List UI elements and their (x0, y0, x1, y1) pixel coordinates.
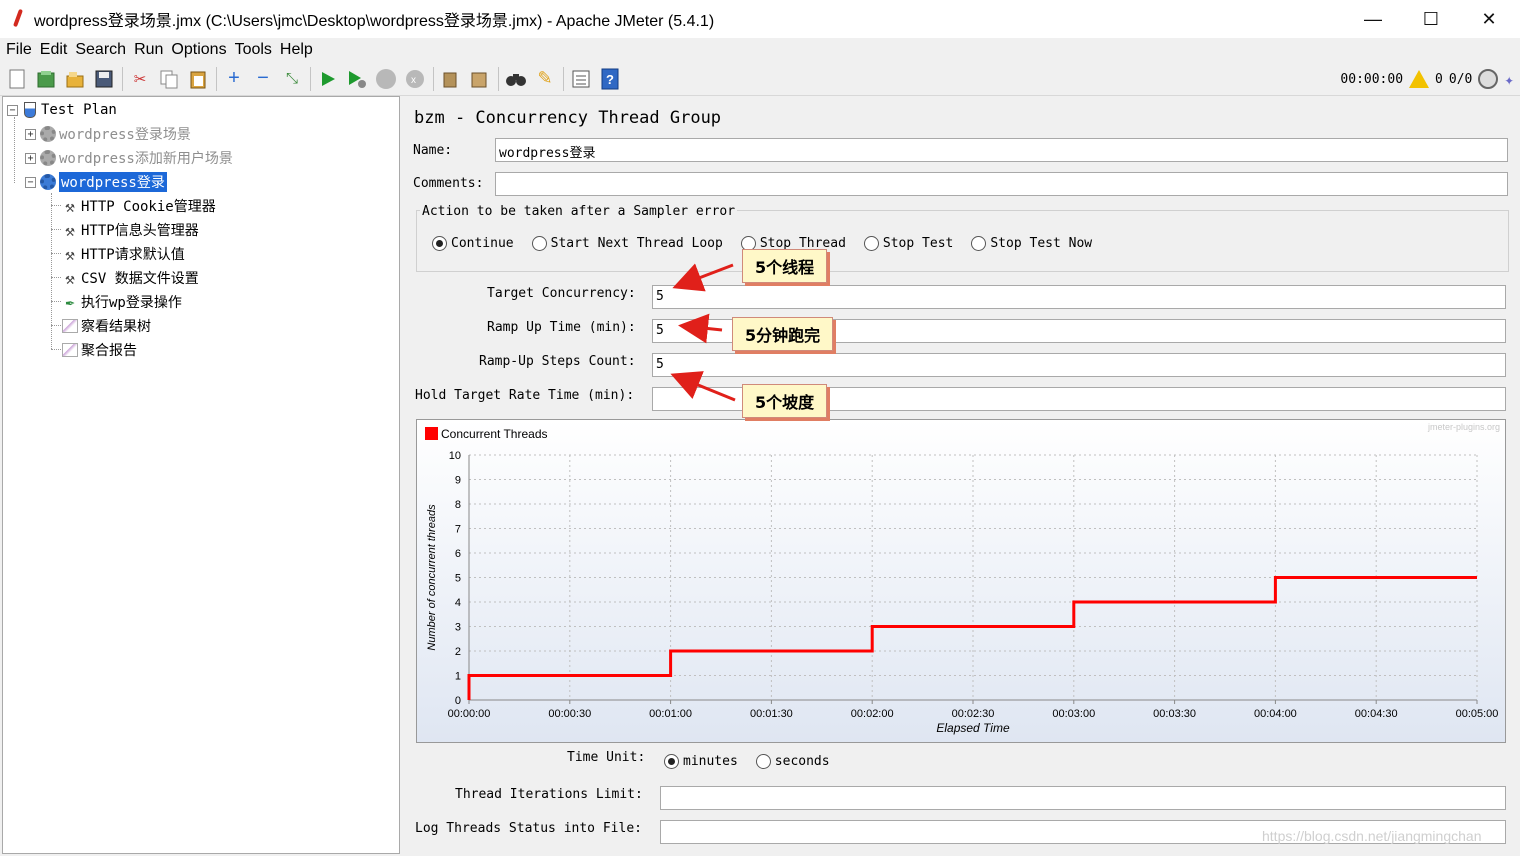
arrow-ramp-up-steps (670, 371, 736, 402)
callout-steps: 5个坡度 (742, 384, 828, 418)
arrow-target-concurrency (672, 263, 734, 292)
callout-threads: 5个线程 (742, 249, 828, 283)
annotation-arrows (670, 263, 736, 402)
callout-ramp-time: 5分钟跑完 (732, 317, 834, 351)
arrow-ramp-up-time (678, 313, 723, 344)
